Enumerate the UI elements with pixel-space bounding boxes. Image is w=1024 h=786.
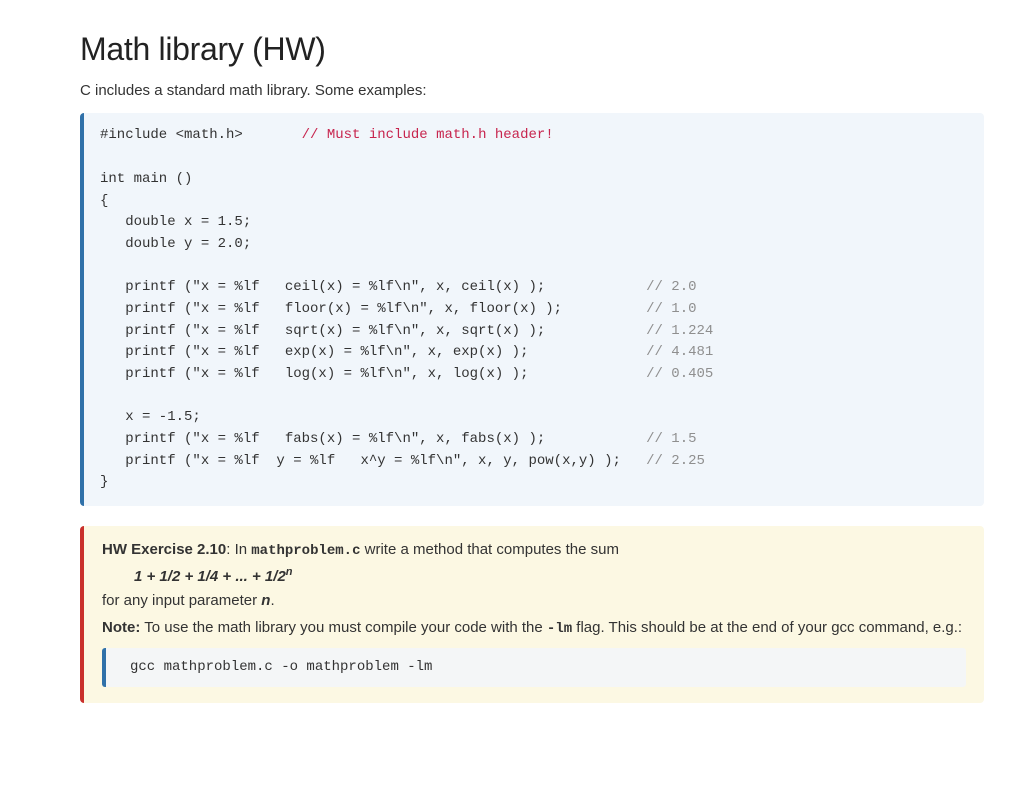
code-comment: // 2.25 — [646, 453, 705, 469]
exercise-filename: mathproblem.c — [251, 543, 360, 559]
note-label: Note: — [102, 619, 140, 636]
note-text: flag. This should be at the end of your … — [572, 619, 962, 636]
code-line: } — [100, 474, 108, 490]
code-line: int main () — [100, 171, 192, 187]
exercise-text: write a method that computes the sum — [360, 541, 618, 558]
code-comment: // 1.0 — [646, 301, 696, 317]
code-comment: // Must include math.h header! — [302, 127, 554, 143]
exercise-line-1: HW Exercise 2.10: In mathproblem.c write… — [102, 540, 966, 561]
code-line: printf ("x = %lf ceil(x) = %lf\n", x, ce… — [100, 279, 646, 295]
exercise-text: for any input parameter — [102, 592, 261, 609]
code-comment: // 1.5 — [646, 431, 696, 447]
compile-flag: -lm — [547, 621, 572, 637]
code-line: double x = 1.5; — [100, 214, 251, 230]
exercise-line-2: for any input parameter n. — [102, 591, 966, 611]
code-line: printf ("x = %lf sqrt(x) = %lf\n", x, sq… — [100, 323, 646, 339]
code-line: { — [100, 193, 108, 209]
exercise-text: . — [270, 592, 274, 609]
intro-text: C includes a standard math library. Some… — [80, 81, 984, 101]
code-comment: // 0.405 — [646, 366, 713, 382]
page-title: Math library (HW) — [80, 28, 984, 71]
compile-command: gcc mathproblem.c -o mathproblem -lm — [102, 648, 966, 687]
code-example: #include <math.h> // Must include math.h… — [80, 113, 984, 506]
code-line: x = -1.5; — [100, 409, 201, 425]
code-comment: // 1.224 — [646, 323, 713, 339]
exercise-text: : In — [226, 541, 251, 558]
code-comment: // 2.0 — [646, 279, 696, 295]
code-line: #include <math.h> — [100, 127, 302, 143]
code-line: printf ("x = %lf fabs(x) = %lf\n", x, fa… — [100, 431, 646, 447]
exercise-callout: HW Exercise 2.10: In mathproblem.c write… — [80, 526, 984, 703]
code-line: printf ("x = %lf exp(x) = %lf\n", x, exp… — [100, 344, 646, 360]
note-text: To use the math library you must compile… — [140, 619, 547, 636]
exercise-formula: 1 + 1/2 + 1/4 + ... + 1/2n — [102, 565, 966, 587]
code-line: double y = 2.0; — [100, 236, 251, 252]
exercise-label: HW Exercise 2.10 — [102, 541, 226, 558]
code-line: printf ("x = %lf floor(x) = %lf\n", x, f… — [100, 301, 646, 317]
code-line: printf ("x = %lf y = %lf x^y = %lf\n", x… — [100, 453, 646, 469]
code-line: printf ("x = %lf log(x) = %lf\n", x, log… — [100, 366, 646, 382]
code-comment: // 4.481 — [646, 344, 713, 360]
exercise-note: Note: To use the math library you must c… — [102, 618, 966, 639]
